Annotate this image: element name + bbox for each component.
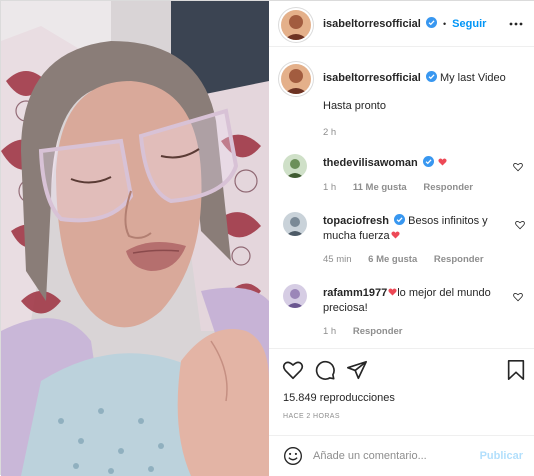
header-name-row: isabeltorresofficial • Seguir [323,17,486,30]
red-heart-emoji-icon [438,158,447,166]
heart-icon[interactable] [282,359,304,381]
comment-meta: 1 h Responder [323,326,416,337]
video-frame [1,1,269,476]
like-comment-heart-icon[interactable] [513,162,523,172]
comment-meta: 45 min 6 Me gusta Responder [323,254,498,265]
view-count[interactable]: 15.849 reproducciones [283,392,395,404]
caption-line2: Hasta pronto [323,100,386,112]
comments-list[interactable]: isabeltorresofficial My last Video Hasta… [269,48,534,348]
post-video[interactable] [1,1,269,476]
comment-username[interactable]: thedevilisawoman [323,157,418,169]
comment-item: topaciofresh Besos infinitos y mucha fue… [281,212,527,270]
separator-dot: • [442,19,447,29]
comment-body: topaciofresh Besos infinitos y mucha fue… [323,214,503,244]
more-horizontal-icon[interactable] [509,17,523,31]
caption-text: My last Video [439,72,506,84]
comment-username[interactable]: topaciofresh [323,215,389,227]
comment-likes[interactable]: 11 Me gusta [353,182,407,193]
like-comment-heart-icon[interactable] [515,220,525,230]
verified-badge-icon [425,17,437,28]
comment-time[interactable]: 1 h [323,182,336,193]
share-icon[interactable] [346,359,368,381]
follow-button[interactable]: Seguir [452,18,486,30]
comment-likes[interactable]: 6 Me gusta [368,254,417,265]
author-username[interactable]: isabeltorresofficial [323,18,421,30]
comment-input[interactable] [313,446,473,466]
red-heart-emoji-icon [391,231,400,239]
post-sidebar: isabeltorresofficial • Seguir isabeltorr… [269,1,534,476]
comment-avatar[interactable] [283,212,307,236]
publish-button[interactable]: Publicar [480,450,523,462]
caption-avatar[interactable] [281,64,311,94]
verified-badge-icon [425,71,437,82]
comment-meta: 1 h 11 Me gusta Responder [323,182,487,193]
comment-body: thedevilisawoman [323,156,503,171]
reply-button[interactable]: Responder [353,326,403,337]
comment-body: rafamm1977 lo mejor del mundo preciosa! [323,286,503,316]
caption-text-row: isabeltorresofficial My last Video [323,71,523,85]
comment-time[interactable]: 1 h [323,326,336,337]
reply-button[interactable]: Responder [434,254,484,265]
like-comment-heart-icon[interactable] [513,292,523,302]
verified-badge-icon [394,214,406,225]
author-avatar[interactable] [281,10,311,40]
comment-item: rafamm1977 lo mejor del mundo preciosa! 1… [281,284,527,342]
comment-avatar[interactable] [283,284,307,308]
add-comment-bar: Publicar [269,435,534,476]
caption-username[interactable]: isabeltorresofficial [323,72,421,84]
smile-icon[interactable] [283,446,303,466]
reply-button[interactable]: Responder [423,182,473,193]
verified-badge-icon [422,156,434,167]
bookmark-icon[interactable] [505,359,527,381]
caption-time[interactable]: 2 h [323,127,336,138]
action-bar [269,348,534,388]
post-modal: isabeltorresofficial • Seguir isabeltorr… [0,0,534,476]
post-header: isabeltorresofficial • Seguir [269,1,534,47]
comment-item: thedevilisawoman 1 h 11 Me gusta Respond… [281,154,527,198]
post-timestamp[interactable]: HACE 2 HORAS [283,413,340,420]
comment-username[interactable]: rafamm1977 [323,287,387,299]
red-heart-emoji-icon [388,288,397,296]
comment-icon[interactable] [314,359,336,381]
comment-avatar[interactable] [283,154,307,178]
comment-time[interactable]: 45 min [323,254,352,265]
